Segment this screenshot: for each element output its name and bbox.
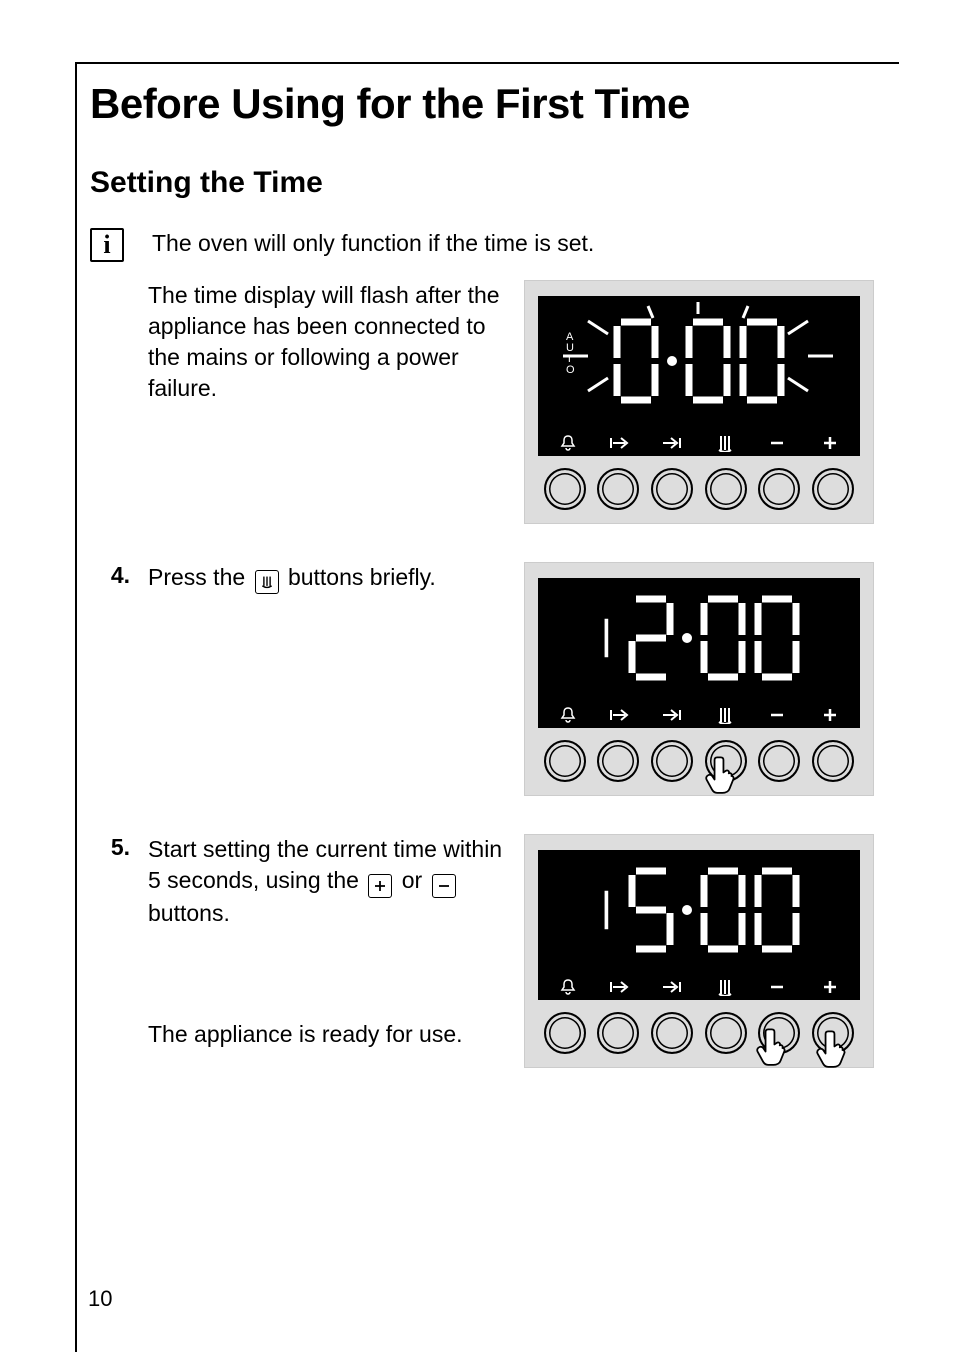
panel-button — [758, 1012, 800, 1054]
end-time-icon — [658, 432, 688, 454]
button-row — [538, 1000, 860, 1054]
section-heading: Setting the Time — [90, 166, 884, 200]
panel-button — [812, 1012, 854, 1054]
time-display — [596, 865, 802, 955]
minus-icon — [762, 704, 792, 726]
panel-button — [597, 1012, 639, 1054]
info-note: The oven will only function if the time … — [152, 228, 594, 259]
icon-row — [538, 426, 860, 456]
button-row — [538, 456, 860, 510]
display-screen — [538, 578, 860, 698]
panel-button — [544, 468, 586, 510]
start-time-icon — [605, 432, 635, 454]
page-number: 10 — [88, 1286, 112, 1312]
plus-icon — [368, 874, 392, 898]
panel-button — [597, 468, 639, 510]
step-number-5: 5. — [90, 834, 130, 861]
panel-button — [544, 1012, 586, 1054]
minus-icon — [762, 976, 792, 998]
step-number-4: 4. — [90, 562, 130, 589]
control-panel-illustration-2 — [524, 562, 874, 796]
panel-button — [812, 740, 854, 782]
control-panel-illustration-3 — [524, 834, 874, 1068]
control-panel-illustration-1: AUTO — [524, 280, 874, 524]
time-display — [596, 593, 802, 683]
step-5-text: Start setting the current time within 5 … — [148, 834, 506, 1050]
panel-button — [651, 740, 693, 782]
panel-button — [812, 468, 854, 510]
panel-button — [705, 740, 747, 782]
time-display — [611, 316, 787, 406]
paragraph-flash: The time display will flash after the ap… — [148, 280, 506, 404]
minus-icon — [432, 874, 456, 898]
icon-row — [538, 970, 860, 1000]
panel-button — [758, 468, 800, 510]
panel-button — [758, 740, 800, 782]
info-icon: i — [90, 228, 124, 262]
bell-icon — [553, 976, 583, 998]
step-4-text-before: Press the — [148, 564, 252, 590]
step-4-text: Press the buttons briefly. — [148, 562, 506, 594]
step-4-text-after: buttons briefly. — [288, 564, 436, 590]
ready-text: The appliance is ready for use. — [148, 1019, 506, 1050]
display-screen — [538, 850, 860, 970]
display-screen: AUTO — [538, 296, 860, 426]
icon-row — [538, 698, 860, 728]
step-5-text-b: or — [395, 867, 428, 893]
panel-button — [597, 740, 639, 782]
panel-button — [544, 740, 586, 782]
plus-icon — [815, 976, 845, 998]
button-row — [538, 728, 860, 782]
panel-button — [651, 468, 693, 510]
start-time-icon — [605, 976, 635, 998]
end-time-icon — [658, 704, 688, 726]
minus-icon — [762, 432, 792, 454]
clock-icon — [710, 432, 740, 454]
plus-icon — [815, 704, 845, 726]
step-5-text-c: buttons. — [148, 900, 230, 926]
start-time-icon — [605, 704, 635, 726]
clock-icon — [255, 570, 279, 594]
panel-button — [651, 1012, 693, 1054]
panel-button — [705, 1012, 747, 1054]
plus-icon — [815, 432, 845, 454]
panel-button — [705, 468, 747, 510]
clock-icon — [710, 976, 740, 998]
bell-icon — [553, 704, 583, 726]
end-time-icon — [658, 976, 688, 998]
bell-icon — [553, 432, 583, 454]
clock-icon — [710, 704, 740, 726]
page-title: Before Using for the First Time — [90, 80, 884, 128]
